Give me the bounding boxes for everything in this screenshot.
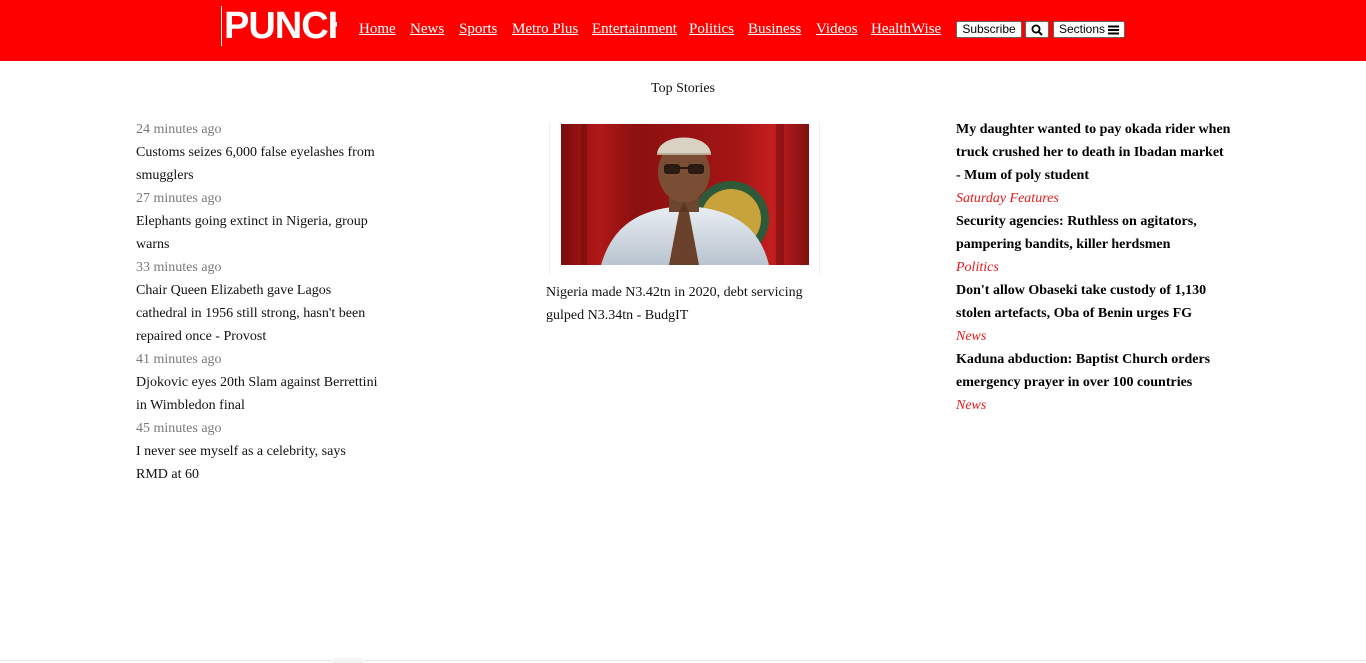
nav-entertainment[interactable]: Entertainment <box>592 20 677 38</box>
category-link[interactable]: Saturday Features <box>956 187 1231 210</box>
headline-link[interactable]: Customs seizes 6,000 false eyelashes fro… <box>136 141 381 187</box>
list-item: 45 minutes ago I never see myself as a c… <box>136 417 381 486</box>
list-item: Don't allow Obaseki take custody of 1,13… <box>956 279 1231 348</box>
punch-logo[interactable]: PUNCH <box>221 6 337 46</box>
headline-link[interactable]: Djokovic eyes 20th Slam against Berretti… <box>136 371 381 417</box>
site-header: PUNCH Home News Sports Metro Plus Entert… <box>0 0 1366 61</box>
list-item: 27 minutes ago Elephants going extinct i… <box>136 187 381 256</box>
headline-link[interactable]: Chair Queen Elizabeth gave Lagos cathedr… <box>136 279 381 348</box>
subscribe-button[interactable]: Subscribe <box>956 21 1022 38</box>
section-title: Top Stories <box>651 81 715 96</box>
latest-news-list: 24 minutes ago Customs seizes 6,000 fals… <box>136 118 381 486</box>
category-link[interactable]: Politics <box>956 256 1231 279</box>
featured-image-frame[interactable] <box>549 122 820 274</box>
list-item: 33 minutes ago Chair Queen Elizabeth gav… <box>136 256 381 348</box>
sections-button[interactable]: Sections <box>1053 21 1125 38</box>
nav-politics[interactable]: Politics <box>689 20 734 38</box>
category-link[interactable]: News <box>956 394 1231 417</box>
timestamp: 45 minutes ago <box>136 421 222 436</box>
headline-link[interactable]: Security agencies: Ruthless on agitators… <box>956 210 1231 256</box>
headline-link[interactable]: My daughter wanted to pay okada rider wh… <box>956 118 1231 187</box>
featured-image[interactable] <box>561 124 809 265</box>
featured-headline-link[interactable]: Nigeria made N3.42tn in 2020, debt servi… <box>546 281 831 327</box>
list-item: 24 minutes ago Customs seizes 6,000 fals… <box>136 118 381 187</box>
headline-link[interactable]: Don't allow Obaseki take custody of 1,13… <box>956 279 1231 325</box>
list-item: My daughter wanted to pay okada rider wh… <box>956 118 1231 210</box>
nav-metro-plus[interactable]: Metro Plus <box>512 20 578 38</box>
timestamp: 27 minutes ago <box>136 191 222 206</box>
search-icon <box>1031 24 1043 36</box>
timestamp: 41 minutes ago <box>136 352 222 367</box>
list-item: Security agencies: Ruthless on agitators… <box>956 210 1231 279</box>
divider-marker <box>333 658 363 663</box>
headline-link[interactable]: I never see myself as a celebrity, says … <box>136 440 381 486</box>
nav-videos[interactable]: Videos <box>816 20 858 38</box>
nav-news[interactable]: News <box>410 20 444 38</box>
nav-business[interactable]: Business <box>748 20 801 38</box>
list-item: 41 minutes ago Djokovic eyes 20th Slam a… <box>136 348 381 417</box>
nav-home[interactable]: Home <box>359 20 396 38</box>
nav-sports[interactable]: Sports <box>459 20 497 38</box>
headline-link[interactable]: Kaduna abduction: Baptist Church orders … <box>956 348 1231 394</box>
list-item: Kaduna abduction: Baptist Church orders … <box>956 348 1231 417</box>
category-link[interactable]: News <box>956 325 1231 348</box>
timestamp: 33 minutes ago <box>136 260 222 275</box>
nav-healthwise[interactable]: HealthWise <box>871 20 941 38</box>
timestamp: 24 minutes ago <box>136 122 222 137</box>
sections-label: Sections <box>1059 22 1106 36</box>
hamburger-menu-icon <box>1108 25 1120 35</box>
headline-link[interactable]: Elephants going extinct in Nigeria, grou… <box>136 210 381 256</box>
divider <box>0 660 1366 661</box>
search-button[interactable] <box>1025 21 1049 38</box>
top-stories-list: My daughter wanted to pay okada rider wh… <box>956 118 1231 417</box>
